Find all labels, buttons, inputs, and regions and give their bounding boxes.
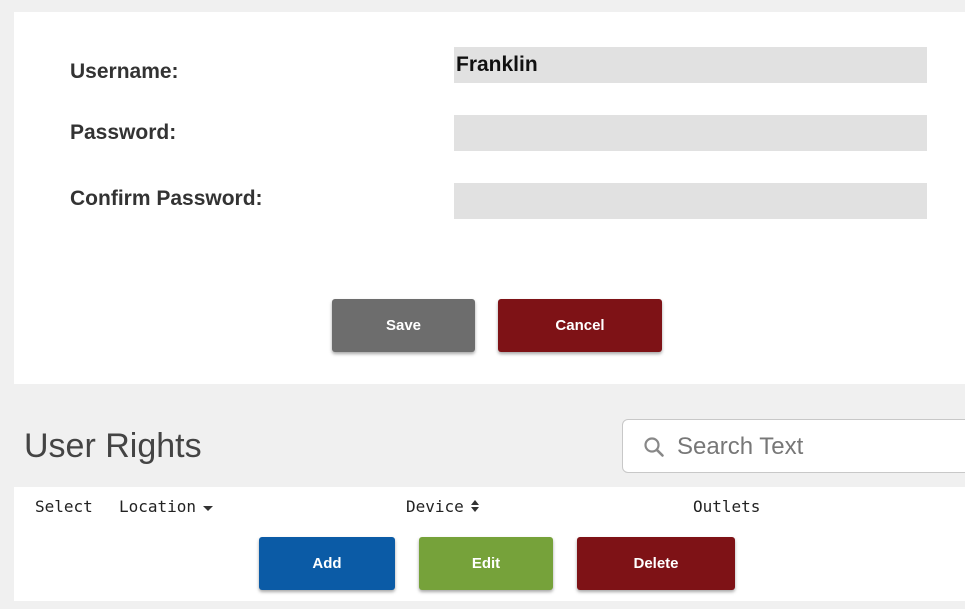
password-label: Password: (70, 121, 177, 144)
username-label: Username: (70, 60, 179, 83)
edit-button[interactable]: Edit (419, 537, 553, 590)
delete-button[interactable]: Delete (577, 537, 735, 590)
user-rights-title: User Rights (24, 427, 202, 465)
confirm-password-label: Confirm Password: (70, 187, 263, 210)
user-rights-table: Select Location Device Outlets Add Edit … (14, 487, 965, 601)
column-header-location-label: Location (119, 497, 197, 516)
sort-updown-icon (470, 498, 480, 518)
column-header-select: Select (35, 497, 93, 516)
confirm-password-field[interactable] (454, 183, 927, 219)
column-header-location[interactable]: Location (119, 497, 214, 518)
password-field[interactable] (454, 115, 927, 151)
username-field[interactable] (454, 47, 927, 83)
search-box[interactable] (622, 419, 965, 473)
save-button[interactable]: Save (332, 299, 475, 352)
search-input[interactable] (675, 428, 965, 466)
user-form-panel: Username: Password: Confirm Password: Sa… (14, 12, 965, 384)
caret-down-icon (202, 498, 214, 518)
column-header-device[interactable]: Device (406, 497, 480, 518)
column-header-device-label: Device (406, 497, 464, 516)
add-button[interactable]: Add (259, 537, 395, 590)
column-header-outlets: Outlets (693, 497, 761, 516)
cancel-button[interactable]: Cancel (498, 299, 662, 352)
search-icon (643, 436, 665, 463)
